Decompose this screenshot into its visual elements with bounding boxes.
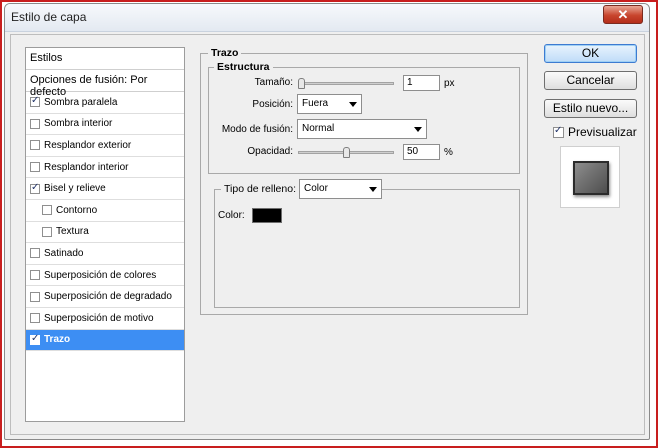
fill-type-select[interactable]: Color — [299, 179, 382, 199]
preview-label: Previsualizar — [568, 125, 637, 139]
checkbox-icon[interactable] — [42, 226, 52, 237]
window-title: Estilo de capa — [11, 10, 87, 24]
blending-options-item[interactable]: Opciones de fusión: Por defecto — [26, 70, 184, 98]
fill-group — [214, 189, 520, 308]
style-item-label: Contorno — [56, 204, 98, 216]
stroke-panel: Trazo Estructura Tamaño: 1 px Posición: … — [196, 47, 528, 422]
fill-type-label: Tipo de relleno: — [221, 183, 299, 195]
blend-mode-value: Normal — [302, 123, 335, 134]
preview-toggle[interactable]: Previsualizar — [553, 125, 637, 139]
size-unit: px — [444, 78, 455, 89]
structure-title: Estructura — [214, 61, 273, 73]
dialog-body: Estilos Opciones de fusión: Por defecto … — [10, 34, 645, 435]
style-item-label: Superposición de motivo — [44, 312, 154, 324]
position-select[interactable]: Fuera — [297, 94, 362, 114]
checkbox-icon[interactable] — [30, 313, 40, 324]
checkbox-icon[interactable] — [30, 140, 40, 151]
checkbox-icon[interactable] — [30, 248, 40, 259]
fill-type-value: Color — [304, 183, 328, 194]
opacity-label: Opacidad: — [247, 146, 293, 157]
opacity-input[interactable]: 50 — [403, 144, 440, 160]
style-item-label: Trazo — [44, 334, 71, 346]
checkbox-icon[interactable] — [42, 205, 52, 216]
chevron-down-icon — [369, 187, 377, 192]
checkbox-icon[interactable] — [30, 95, 40, 108]
style-item-label: Sombra interior — [44, 118, 113, 130]
style-item-label: Resplandor interior — [44, 161, 129, 173]
style-item-label: Superposición de degradado — [44, 291, 172, 303]
checkbox-icon[interactable] — [30, 270, 40, 281]
blend-mode-label: Modo de fusión: — [221, 124, 293, 135]
style-item-pattern-overlay[interactable]: Superposición de motivo — [26, 308, 184, 330]
close-button[interactable]: ✕ — [603, 5, 643, 24]
color-label: Color: — [218, 210, 245, 221]
style-item-label: Satinado — [44, 247, 84, 259]
checkbox-icon[interactable] — [30, 118, 40, 129]
checkbox-icon[interactable] — [30, 182, 40, 194]
style-item-stroke[interactable]: Trazo — [26, 329, 184, 352]
style-item-label: Superposición de colores — [44, 269, 157, 281]
style-item-texture[interactable]: Textura — [26, 222, 184, 244]
checkbox-icon[interactable] — [30, 162, 40, 173]
checkbox-icon[interactable] — [30, 333, 40, 345]
opacity-unit: % — [444, 147, 453, 158]
style-item-bevel-emboss[interactable]: Bisel y relieve — [26, 178, 184, 200]
position-value: Fuera — [302, 98, 329, 109]
chevron-down-icon — [349, 102, 357, 107]
size-slider-track[interactable] — [298, 82, 394, 85]
style-item-inner-shadow[interactable]: Sombra interior — [26, 114, 184, 136]
close-icon: ✕ — [617, 7, 629, 22]
size-input[interactable]: 1 — [403, 75, 440, 91]
cancel-button[interactable]: Cancelar — [544, 71, 637, 90]
style-item-satin[interactable]: Satinado — [26, 243, 184, 265]
opacity-slider-thumb[interactable] — [342, 147, 350, 158]
styles-list: Estilos Opciones de fusión: Por defecto … — [25, 47, 185, 422]
title-bar[interactable]: Estilo de capa ✕ — [5, 4, 649, 32]
style-item-label: Sombra paralela — [44, 96, 118, 108]
size-slider-thumb[interactable] — [298, 78, 305, 89]
style-preview — [560, 146, 620, 208]
new-style-button[interactable]: Estilo nuevo... — [544, 99, 637, 118]
styles-header[interactable]: Estilos — [26, 48, 184, 70]
style-item-color-overlay[interactable]: Superposición de colores — [26, 265, 184, 287]
style-item-gradient-overlay[interactable]: Superposición de degradado — [26, 286, 184, 308]
stroke-title: Trazo — [208, 47, 242, 59]
checkbox-icon[interactable] — [553, 125, 564, 138]
ok-button[interactable]: OK — [544, 44, 637, 63]
position-label: Posición: — [252, 99, 293, 110]
style-item-label: Bisel y relieve — [44, 183, 106, 195]
color-swatch[interactable] — [252, 208, 282, 223]
checkbox-icon[interactable] — [30, 291, 40, 302]
blend-mode-select[interactable]: Normal — [297, 119, 427, 139]
preview-thumbnail — [573, 161, 609, 195]
style-item-label: Textura — [56, 226, 89, 238]
chevron-down-icon — [414, 127, 422, 132]
layer-style-dialog: Estilo de capa ✕ Estilos Opciones de fus… — [4, 3, 650, 440]
size-label: Tamaño: — [254, 77, 293, 88]
style-item-outer-glow[interactable]: Resplandor exterior — [26, 135, 184, 157]
style-item-contour[interactable]: Contorno — [26, 200, 184, 222]
style-item-label: Resplandor exterior — [44, 139, 132, 151]
style-item-inner-glow[interactable]: Resplandor interior — [26, 157, 184, 179]
